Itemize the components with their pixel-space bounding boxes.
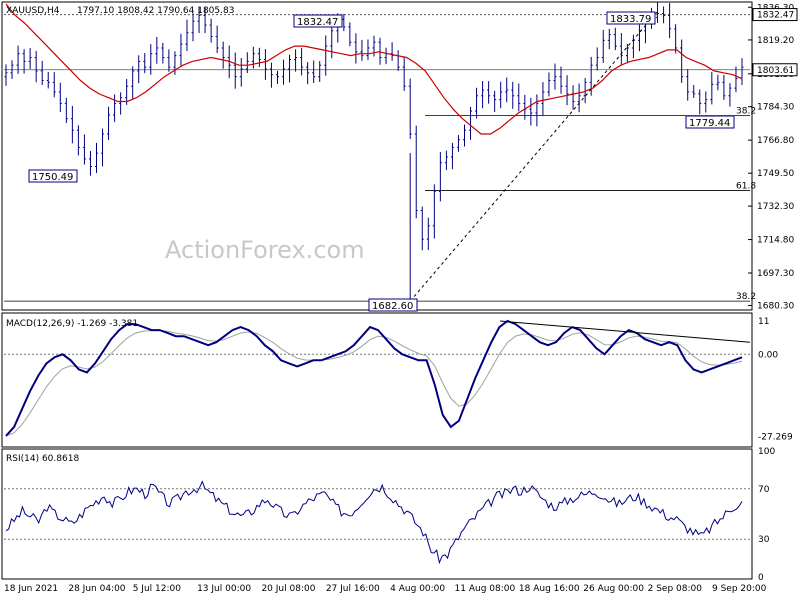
fib-label: 38.2 <box>736 292 756 302</box>
rsi-y-tick: 0 <box>758 573 764 583</box>
y-tick-label: 1697.30 <box>757 269 794 279</box>
x-tick-label: 13 Jul 00:00 <box>197 584 251 594</box>
x-tick-label: 2 Sep 08:00 <box>648 584 703 594</box>
annotation-low-1: 1750.49 <box>32 172 73 183</box>
x-tick-label: 26 Aug 00:00 <box>583 584 644 594</box>
rsi-label: RSI(14) 60.8618 <box>6 454 79 464</box>
chart-root: ActionForex.com 1836.301819.201801.50178… <box>1 1 798 594</box>
x-tick-label: 27 Jul 16:00 <box>326 584 380 594</box>
x-axis: 18 Jun 2021 28 Jun 04:00 5 Jul 12:00 13 Jul… <box>4 584 767 594</box>
x-tick-label: 18 Jun 2021 <box>4 584 58 594</box>
y-tick-label: 1766.80 <box>757 136 794 146</box>
watermark: ActionForex.com <box>165 236 365 264</box>
fib-label: 38.2 <box>736 107 756 117</box>
macd-y-tick: 0.00 <box>758 350 778 360</box>
y-tick-label: 1680.30 <box>757 302 794 312</box>
fib-label: 61.8 <box>736 181 756 191</box>
rsi-panel <box>1 448 753 580</box>
y-tick-label: 1714.80 <box>757 236 794 246</box>
annotation-low-3: 1779.44 <box>689 118 730 129</box>
x-tick-label: 9 Sep 20:00 <box>712 584 767 594</box>
x-tick-label: 4 Aug 00:00 <box>390 584 445 594</box>
right-price-label-high: 1832.47 <box>757 11 794 21</box>
symbol-label: XAUUSD,H4 <box>6 6 60 16</box>
rsi-y-tick: 30 <box>758 535 770 545</box>
annotation-high-2: 1833.79 <box>610 14 651 25</box>
macd-y-tick: 11 <box>758 317 769 327</box>
rsi-y-tick: 70 <box>758 485 770 495</box>
x-tick-label: 18 Aug 16:00 <box>519 584 580 594</box>
y-tick-label: 1819.20 <box>757 36 794 46</box>
ohlc-header: 1797.10 1808.42 1790.64 1805.83 <box>77 6 234 16</box>
y-tick-label: 1749.50 <box>757 169 794 179</box>
y-tick-label: 1784.30 <box>757 103 794 113</box>
x-tick-label: 5 Jul 12:00 <box>133 584 182 594</box>
x-tick-label: 11 Aug 08:00 <box>455 584 516 594</box>
x-tick-label: 28 Jun 04:00 <box>68 584 125 594</box>
macd-label: MACD(12,26,9) -1.269 -3.381 <box>6 319 138 329</box>
y-tick-label: 1732.30 <box>757 202 794 212</box>
macd-y-tick: -27.269 <box>758 433 793 443</box>
right-price-label-current: 1803.61 <box>757 66 794 76</box>
rsi-y-tick: 100 <box>758 447 775 457</box>
annotation-low-2: 1682.60 <box>372 301 413 312</box>
x-tick-label: 20 Jul 08:00 <box>261 584 315 594</box>
annotation-high-1: 1832.47 <box>297 17 338 28</box>
